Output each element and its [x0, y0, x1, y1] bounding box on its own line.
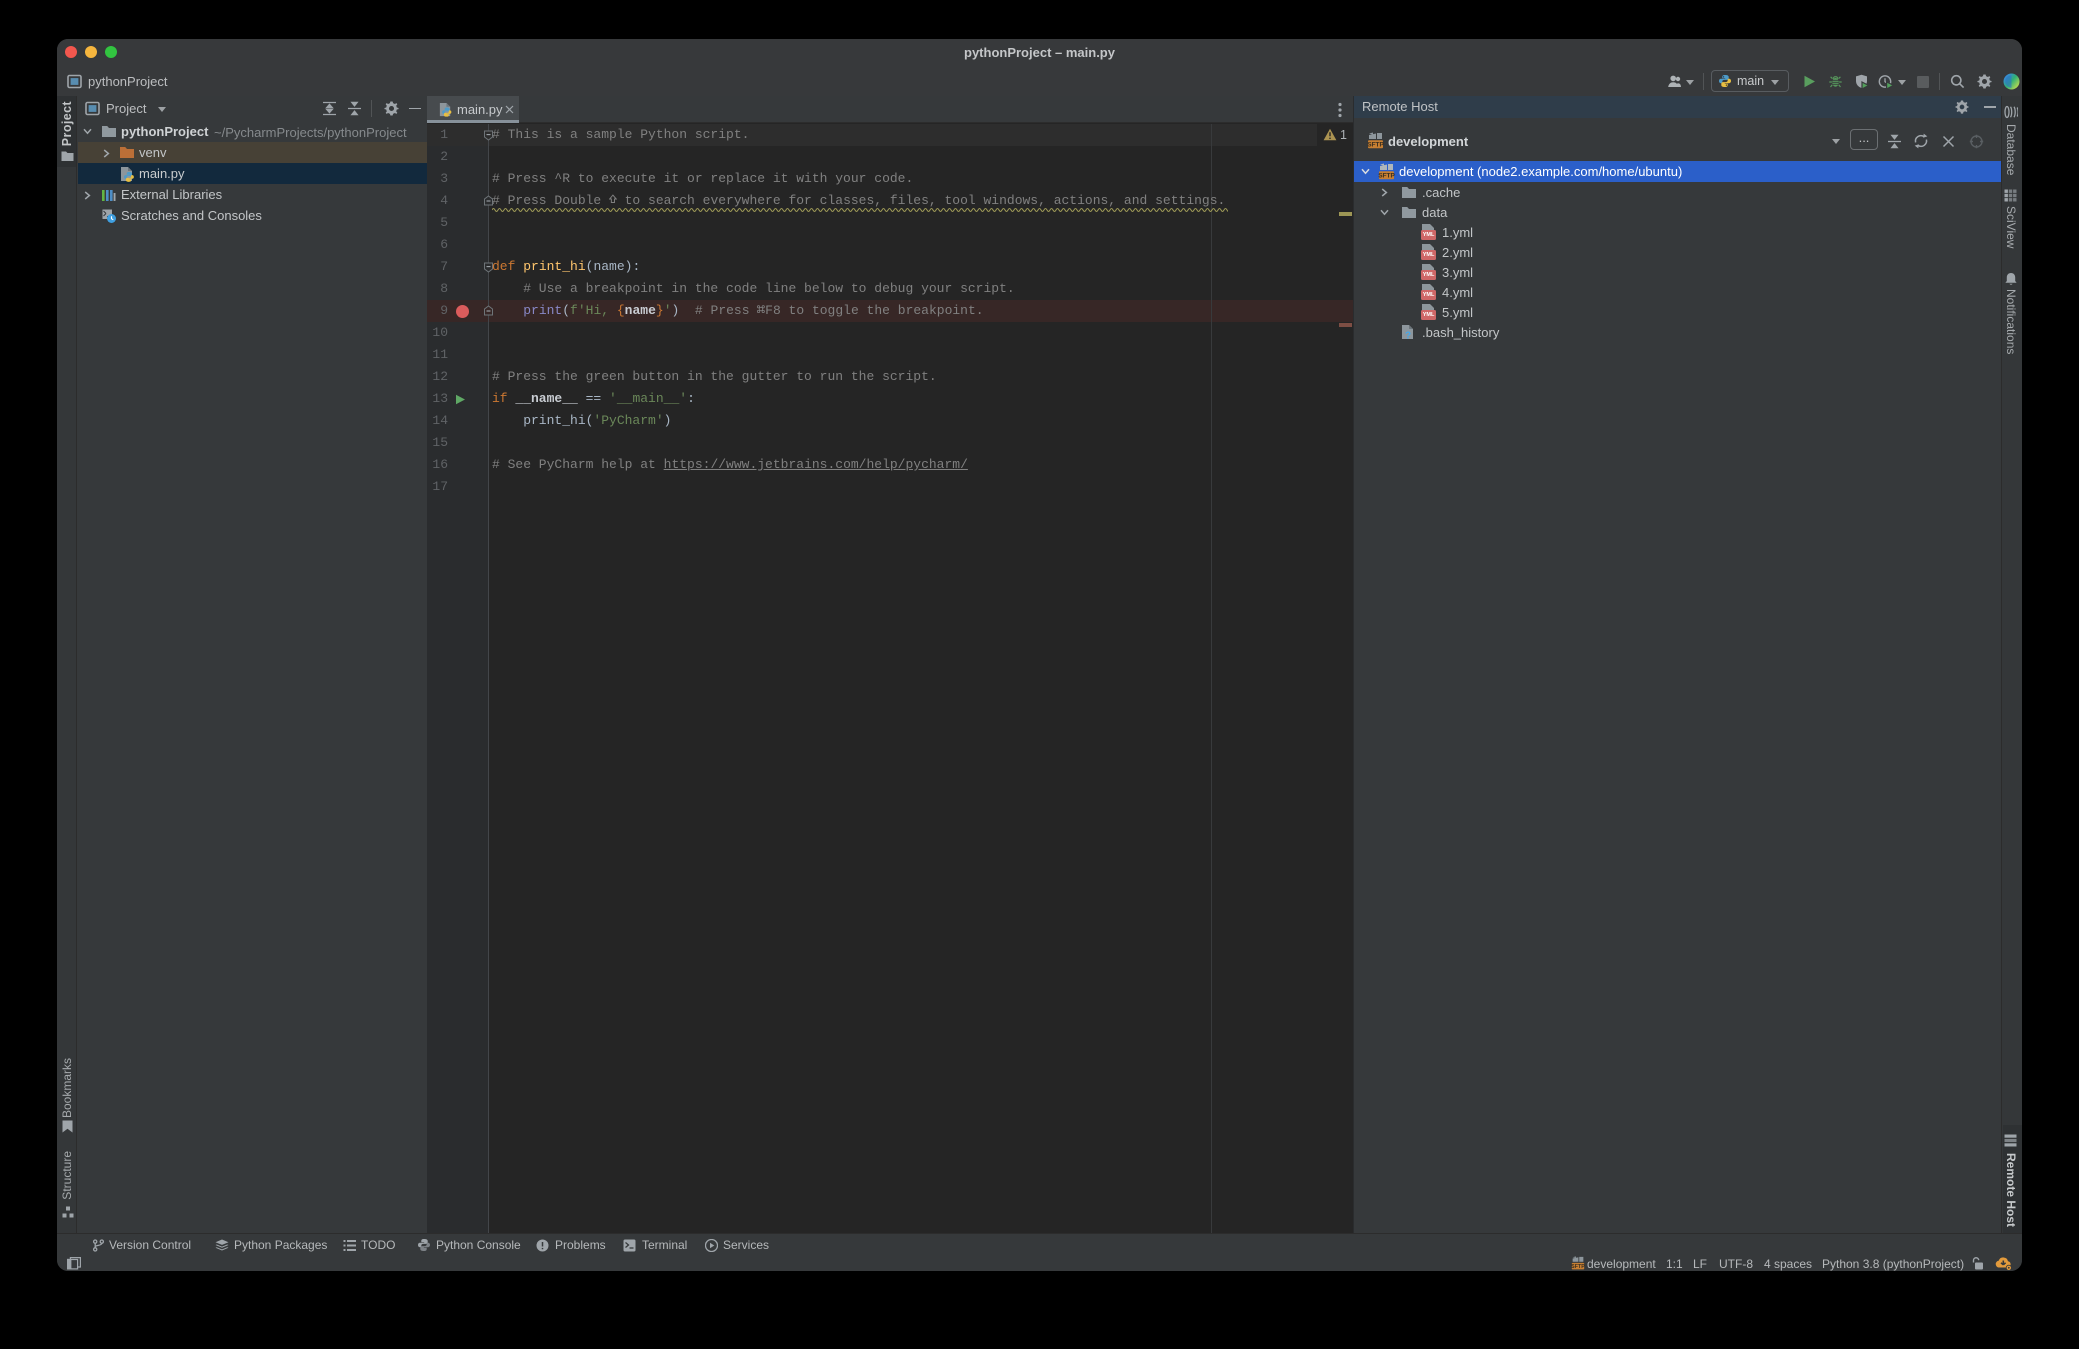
svg-text:SFTP: SFTP — [1367, 142, 1384, 149]
svg-text:SFTP: SFTP — [1571, 1264, 1585, 1270]
svg-text:?: ? — [1405, 331, 1411, 341]
svg-text:SFTP: SFTP — [1378, 173, 1395, 180]
